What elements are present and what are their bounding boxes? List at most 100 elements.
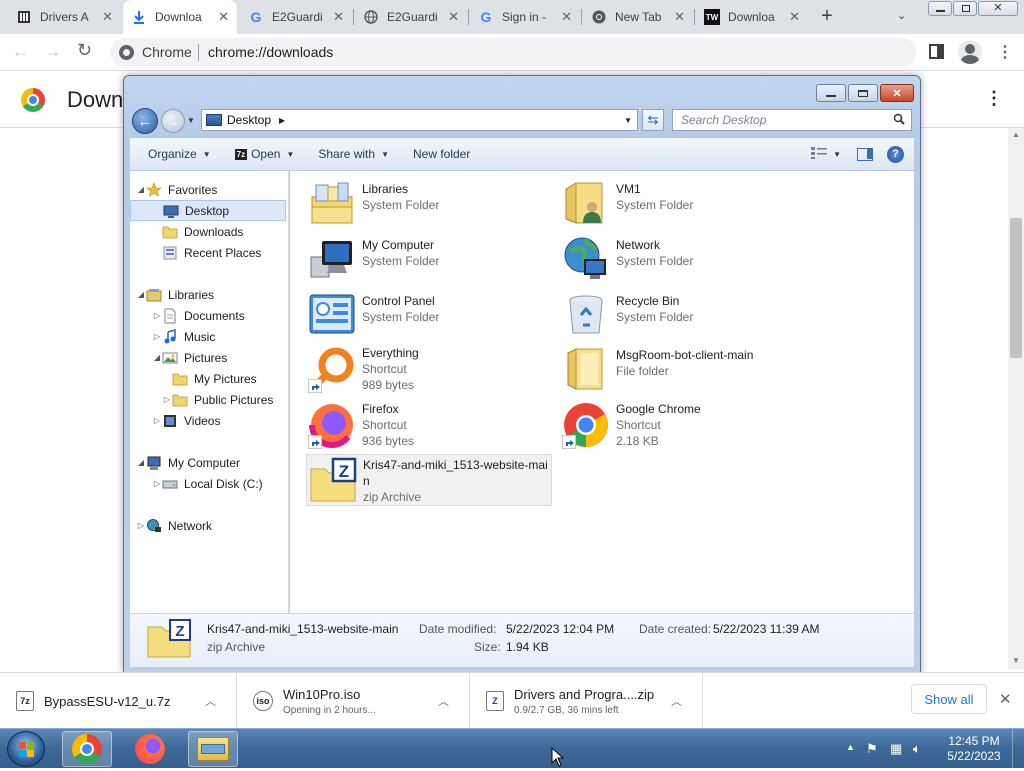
file-item-recycle-bin[interactable]: Recycle Bin System Folder <box>562 291 808 339</box>
address-dropdown-icon[interactable]: ▼ <box>624 116 637 125</box>
close-window-button[interactable]: ✕ <box>978 1 1018 16</box>
nav-item-public-pictures[interactable]: ▷ Public Pictures <box>130 389 288 410</box>
taskbar-firefox[interactable] <box>125 731 175 767</box>
address-bar[interactable]: Desktop ▶ ▼ <box>201 109 638 131</box>
close-shelf-icon[interactable]: ✕ <box>999 690 1012 708</box>
close-icon[interactable]: ✕ <box>561 9 572 25</box>
expanded-arrow-icon[interactable]: ◢ <box>136 290 146 299</box>
download-item[interactable]: iso Win10Pro.iso Opening in 2 hours... ︿ <box>237 673 470 729</box>
back-arrow-icon[interactable]: ← <box>12 42 29 62</box>
file-item-google-chrome[interactable]: Google Chrome Shortcut 2.18 KB <box>562 401 808 449</box>
scrollbar-thumb[interactable] <box>1010 218 1022 358</box>
scroll-down-icon[interactable]: ▼ <box>1012 656 1020 665</box>
restore-window-button[interactable] <box>953 1 977 16</box>
nav-item-my-pictures[interactable]: My Pictures <box>130 368 288 389</box>
expanded-arrow-icon[interactable]: ◢ <box>152 353 162 362</box>
back-button[interactable]: ← <box>132 108 158 134</box>
expanded-arrow-icon[interactable]: ◢ <box>136 458 146 467</box>
close-icon[interactable]: ✕ <box>448 9 459 25</box>
tab-downloads[interactable]: Downloa ✕ <box>123 0 237 34</box>
tab-e2guardian-2[interactable]: E2Guardi ✕ <box>355 0 467 34</box>
volume-muted-icon[interactable]: 🔈︎ <box>913 741 921 757</box>
collapsed-arrow-icon[interactable]: ▷ <box>152 479 162 488</box>
view-options-button[interactable]: ▼ <box>805 138 847 170</box>
close-icon[interactable]: ✕ <box>674 9 685 25</box>
organize-button[interactable]: Organize ▼ <box>136 138 223 170</box>
file-item-msgroom-bot-client-main[interactable]: MsgRoom-bot-client-main File folder <box>562 345 808 393</box>
omnibox-url[interactable]: chrome://downloads <box>208 44 333 60</box>
download-item[interactable]: Z Drivers and Progra....zip 0.9/2.7 GB, 3… <box>470 673 703 729</box>
network-status-icon[interactable]: ▦ <box>890 741 902 757</box>
preview-pane-button[interactable] <box>847 138 883 170</box>
show-all-button[interactable]: Show all <box>911 684 987 714</box>
nav-item-my-computer[interactable]: ◢ My Computer <box>130 452 288 473</box>
file-item-my-computer[interactable]: My Computer System Folder <box>308 235 554 283</box>
nav-item-downloads[interactable]: Downloads <box>130 221 288 242</box>
start-button[interactable] <box>7 731 45 767</box>
collapsed-arrow-icon[interactable]: ▷ <box>152 416 162 425</box>
scroll-up-icon[interactable]: ▲ <box>1012 130 1020 139</box>
forward-button[interactable]: → <box>161 109 185 133</box>
nav-item-local-disk-c[interactable]: ▷ Local Disk (C:) <box>130 473 288 494</box>
taskbar-explorer[interactable] <box>188 731 238 767</box>
omnibox[interactable]: Chrome chrome://downloads <box>110 38 916 67</box>
file-item-firefox[interactable]: Firefox Shortcut 936 bytes <box>308 401 554 449</box>
page-scrollbar[interactable]: ▲ ▼ <box>1008 128 1024 669</box>
nav-item-documents[interactable]: ▷ Documents <box>130 305 288 326</box>
search-input[interactable]: Search Desktop <box>672 109 912 131</box>
clock[interactable]: 12:45 PM 5/22/2023 <box>944 734 1004 764</box>
file-item-vm1[interactable]: VM1 System Folder <box>562 179 808 227</box>
tab-sign-in[interactable]: G Sign in - ✕ <box>470 0 580 34</box>
side-panel-icon[interactable] <box>929 44 944 59</box>
close-icon[interactable]: ✕ <box>789 9 800 25</box>
chevron-up-icon[interactable]: ︿ <box>205 693 216 709</box>
tab-drivers[interactable]: Drivers A ✕ <box>8 0 121 34</box>
show-hidden-icons-icon[interactable]: ▲ <box>846 742 855 752</box>
tab-new-tab[interactable]: New Tab ✕ <box>583 0 693 34</box>
close-icon[interactable]: ✕ <box>333 9 344 25</box>
help-button[interactable]: ? <box>883 138 914 170</box>
address-location[interactable]: Desktop <box>227 113 271 127</box>
refresh-icon[interactable]: ⇆ <box>642 109 664 131</box>
tab-tw-download[interactable]: TW Downloa ✕ <box>696 0 808 34</box>
nav-item-music[interactable]: ▷ Music <box>130 326 288 347</box>
download-item[interactable]: 7z BypassESU-v12_u.7z ︿ <box>0 673 237 729</box>
close-icon[interactable]: ✕ <box>218 9 229 25</box>
file-item-kris47-and-miki-1513-website-main[interactable]: Z Kris47-and-miki_1513-website-main zip Ar… <box>306 454 552 506</box>
tab-search-chevron-icon[interactable]: ⌄ <box>897 9 913 25</box>
nav-item-network[interactable]: ▷ Network <box>130 515 288 536</box>
explorer-close-button[interactable]: ✕ <box>880 84 914 102</box>
collapsed-arrow-icon[interactable]: ▷ <box>162 395 172 404</box>
open-button[interactable]: 7z Open ▼ <box>223 138 307 170</box>
forward-arrow-icon[interactable]: → <box>44 42 61 62</box>
nav-item-recent-places[interactable]: Recent Places <box>130 242 288 263</box>
nav-item-pictures[interactable]: ◢ Pictures <box>130 347 288 368</box>
nav-item-libraries[interactable]: ◢ Libraries <box>130 284 288 305</box>
nav-item-desktop[interactable]: Desktop <box>130 200 286 221</box>
file-item-control-panel[interactable]: Control Panel System Folder <box>308 291 554 339</box>
share-with-button[interactable]: Share with ▼ <box>306 138 401 170</box>
menu-kebab-icon[interactable]: ⋮ <box>997 42 1013 62</box>
close-icon[interactable]: ✕ <box>102 9 113 25</box>
minimize-window-button[interactable] <box>928 1 952 16</box>
chevron-up-icon[interactable]: ︿ <box>671 693 682 709</box>
collapsed-arrow-icon[interactable]: ▷ <box>136 521 146 530</box>
nav-item-favorites[interactable]: ◢ Favorites <box>130 179 288 200</box>
new-folder-button[interactable]: New folder <box>401 138 482 170</box>
file-item-everything[interactable]: Everything Shortcut 989 bytes <box>308 345 554 393</box>
file-item-libraries[interactable]: Libraries System Folder <box>308 179 554 227</box>
chevron-up-icon[interactable]: ︿ <box>438 693 449 709</box>
page-menu-kebab-icon[interactable]: ⋮ <box>985 88 1003 109</box>
taskbar-chrome[interactable] <box>62 731 112 767</box>
collapsed-arrow-icon[interactable]: ▷ <box>152 311 162 320</box>
profile-avatar[interactable] <box>958 40 982 64</box>
action-center-icon[interactable]: ⚑ <box>866 741 878 757</box>
tab-e2guardian-1[interactable]: G E2Guardi ✕ <box>240 0 352 34</box>
reload-icon[interactable]: ↻ <box>77 40 92 61</box>
collapsed-arrow-icon[interactable]: ▷ <box>152 332 162 341</box>
expanded-arrow-icon[interactable]: ◢ <box>136 185 146 194</box>
explorer-minimize-button[interactable] <box>816 84 846 102</box>
new-tab-button[interactable]: + <box>816 5 838 29</box>
recent-pages-chevron-icon[interactable]: ▼ <box>187 116 195 125</box>
explorer-maximize-button[interactable] <box>848 84 878 102</box>
